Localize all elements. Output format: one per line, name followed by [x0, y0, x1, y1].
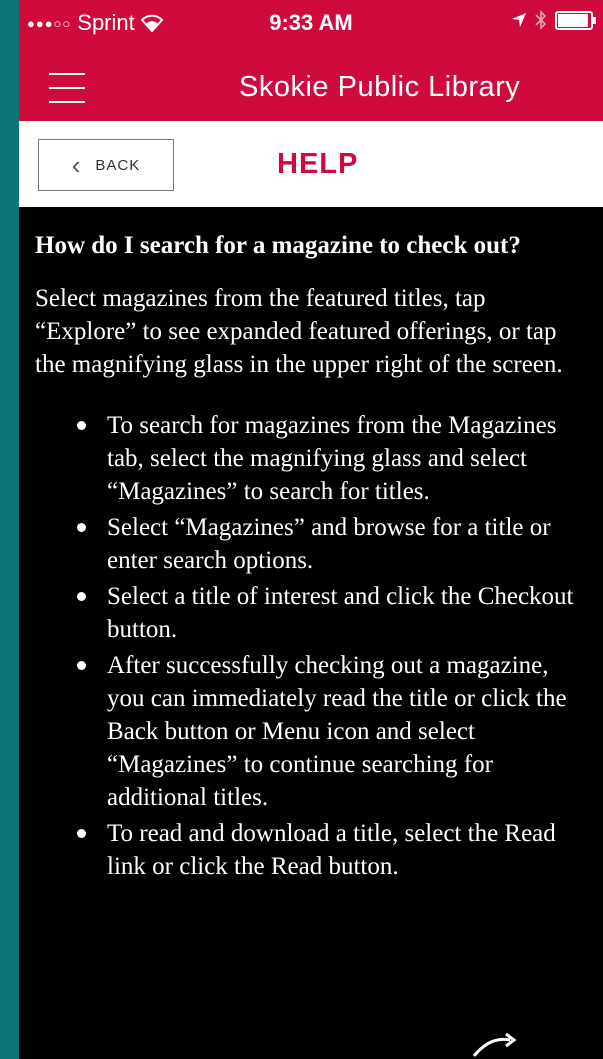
help-content: How do I search for a magazine to check …	[19, 207, 603, 1059]
list-item: To read and download a title, select the…	[77, 817, 589, 883]
location-arrow-icon	[512, 13, 526, 27]
status-right	[511, 10, 596, 30]
faq-steps-list: To search for magazines from the Magazin…	[35, 409, 589, 883]
faq-question: How do I search for a magazine to check …	[35, 232, 521, 259]
faq-intro: Select magazines from the featured title…	[35, 285, 563, 378]
list-item: To search for magazines from the Magazin…	[77, 409, 589, 508]
list-item: After successfully checking out a magazi…	[77, 649, 589, 814]
back-button[interactable]: ‹ BACK	[38, 139, 174, 191]
app-title: Skokie Public Library	[239, 71, 521, 103]
menu-icon-line	[49, 87, 85, 89]
back-label: BACK	[95, 156, 141, 174]
chevron-left-icon: ‹	[71, 150, 82, 180]
menu-button[interactable]	[49, 63, 85, 103]
bluetooth-icon	[535, 10, 547, 30]
page-header: ‹ BACK HELP	[19, 121, 603, 207]
menu-icon-line	[49, 73, 85, 75]
nav-bar: Skokie Public Library	[19, 47, 603, 121]
list-item: Select a title of interest and click the…	[77, 580, 589, 646]
battery-icon	[555, 10, 596, 30]
menu-icon-line	[49, 101, 85, 103]
swipe-hint-icon	[472, 1032, 517, 1057]
page-title: HELP	[277, 148, 359, 180]
status-bar: ●●●○○ Sprint 9:33 AM	[19, 0, 603, 47]
list-item: Select “Magazines” and browse for a titl…	[77, 511, 589, 577]
phone-screen: ●●●○○ Sprint 9:33 AM Skokie Public Libra…	[19, 0, 603, 1059]
